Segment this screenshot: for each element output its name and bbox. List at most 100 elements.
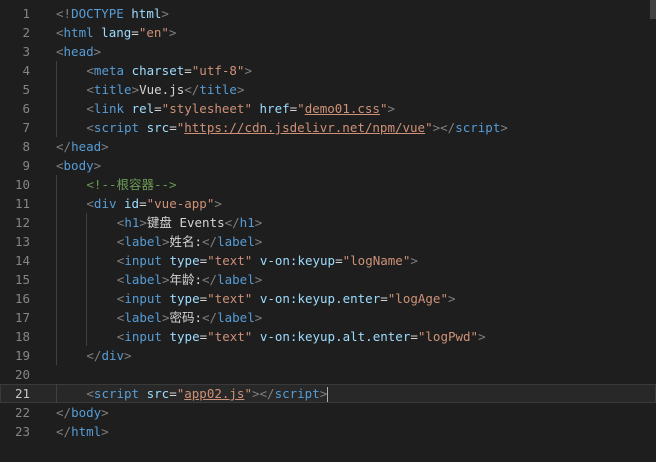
code-token: label — [124, 234, 162, 249]
code-line[interactable]: 11 <div id="vue-app"> — [0, 194, 656, 213]
code-text: </head> — [56, 137, 109, 156]
code-token: " — [297, 101, 305, 116]
code-text: </html> — [56, 422, 109, 441]
code-token: 年龄: — [169, 272, 203, 287]
line-number: 21 — [14, 386, 30, 401]
code-text: <body> — [56, 156, 101, 175]
code-token: <!--根容器--> — [86, 177, 177, 192]
code-line[interactable]: 19 </div> — [0, 346, 656, 365]
code-line[interactable]: 13 <label>姓名:</label> — [0, 232, 656, 251]
code-token: "logName" — [342, 253, 411, 268]
code-token: charset — [131, 63, 185, 78]
indent-guide — [56, 270, 57, 289]
line-number: 3 — [22, 44, 30, 59]
code-token: > — [387, 101, 396, 116]
code-token: > — [101, 405, 109, 420]
code-token: < — [56, 158, 64, 173]
code-text: <label>密码:</label> — [117, 308, 262, 327]
code-token: </ — [86, 348, 102, 363]
code-text: </body> — [56, 403, 109, 422]
indent-guide — [56, 308, 57, 327]
code-line[interactable]: 5 <title>Vue.js</title> — [0, 80, 656, 99]
code-line[interactable]: 2 <html lang="en"> — [0, 23, 656, 42]
code-token: > — [244, 63, 252, 78]
code-token: < — [86, 63, 94, 78]
code-line[interactable]: 3 <head> — [0, 42, 656, 61]
code-line[interactable]: 23 </html> — [0, 422, 656, 441]
code-token: " — [244, 386, 252, 401]
code-line[interactable]: 16 <input type="text" v-on:keyup.enter="l… — [0, 289, 656, 308]
code-token: = — [410, 329, 418, 344]
code-token: </ — [202, 272, 218, 287]
code-line[interactable]: 20 — [0, 365, 656, 384]
code-token: > — [168, 25, 177, 40]
indent-guide — [56, 80, 57, 99]
code-token: </ — [56, 139, 72, 154]
code-text: <head> — [56, 42, 101, 61]
code-token: > — [254, 234, 263, 249]
code-token: html — [131, 6, 162, 21]
line-number: 8 — [22, 139, 30, 154]
code-token: href — [259, 101, 290, 116]
code-line[interactable]: 9 <body> — [0, 156, 656, 175]
indent-guide — [56, 289, 57, 308]
code-line[interactable]: 17 <label>密码:</label> — [0, 308, 656, 327]
line-number: 2 — [22, 25, 30, 40]
code-line[interactable]: 7 <script src="https://cdn.jsdelivr.net/n… — [0, 118, 656, 137]
code-line[interactable]: 4 <meta charset="utf-8"> — [0, 61, 656, 80]
code-token: src — [146, 386, 170, 401]
code-token: < — [86, 386, 94, 401]
indent-guide — [86, 327, 88, 346]
code-line[interactable]: 21 <script src="app02.js"></script> — [0, 384, 656, 403]
indent-guide — [86, 232, 88, 251]
code-token: input — [124, 329, 162, 344]
code-editor[interactable]: 1 <!DOCTYPE html> 2 <html lang="en"> 3 <head>… — [0, 0, 656, 462]
code-token: script — [93, 120, 140, 135]
indent-guide — [86, 289, 88, 308]
line-number: 12 — [14, 215, 30, 230]
code-line[interactable]: 22 </body> — [0, 403, 656, 422]
code-token: label — [217, 310, 255, 325]
code-text: <link rel="stylesheet" href="demo01.css"… — [86, 99, 395, 118]
code-line[interactable]: 14 <input type="text" v-on:keyup="logName… — [0, 251, 656, 270]
indent-guide — [56, 99, 57, 118]
code-token: "utf-8" — [191, 63, 245, 78]
code-token: > — [93, 158, 102, 173]
code-token: </ — [202, 310, 218, 325]
code-token: rel — [131, 101, 155, 116]
code-token: = — [139, 196, 147, 211]
code-line[interactable]: 12 <h1>键盘 Events</h1> — [0, 213, 656, 232]
code-line[interactable]: 1 <!DOCTYPE html> — [0, 4, 656, 23]
code-token: > — [214, 196, 222, 211]
code-token: label — [217, 272, 255, 287]
code-token: > — [161, 6, 169, 21]
line-number: 20 — [14, 367, 30, 382]
code-line[interactable]: 8 </head> — [0, 137, 656, 156]
code-token: > — [101, 424, 109, 439]
code-token: body — [71, 405, 102, 420]
code-token: > — [478, 329, 486, 344]
code-token: > — [161, 310, 170, 325]
code-token: script — [93, 386, 140, 401]
code-token: </ — [184, 82, 200, 97]
code-token: > — [131, 82, 140, 97]
code-line[interactable]: 15 <label>年龄:</label> — [0, 270, 656, 289]
code-line[interactable]: 6 <link rel="stylesheet" href="demo01.css… — [0, 99, 656, 118]
code-token: "stylesheet" — [161, 101, 252, 116]
code-token: </ — [202, 234, 218, 249]
code-line[interactable]: 18 <input type="text" v-on:keyup.alt.ente… — [0, 327, 656, 346]
code-token: > — [319, 386, 328, 401]
line-number: 19 — [14, 348, 30, 363]
code-token: type — [169, 253, 200, 268]
code-token: > — [124, 348, 132, 363]
line-number: 13 — [14, 234, 30, 249]
code-token: ></ — [432, 120, 456, 135]
code-token: label — [217, 234, 255, 249]
code-token: = — [169, 386, 177, 401]
code-line[interactable]: 10 <!--根容器--> — [0, 175, 656, 194]
